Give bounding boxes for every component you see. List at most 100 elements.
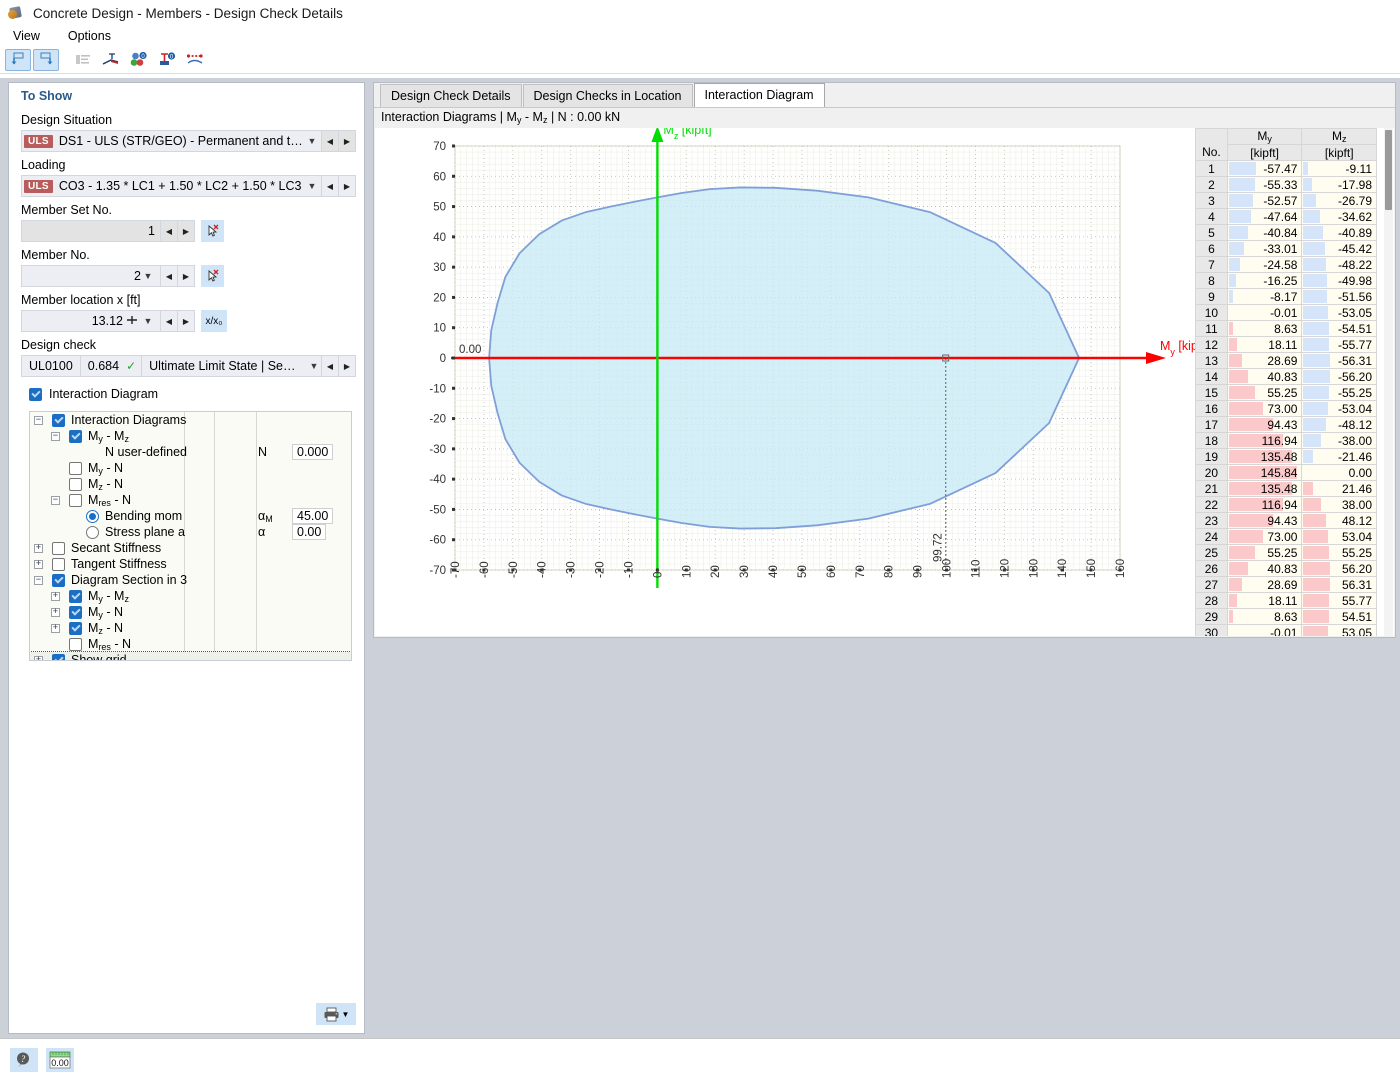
menu-item-options[interactable]: Options: [65, 28, 114, 44]
table-row[interactable]: 4-47.64-34.62: [1196, 209, 1377, 225]
tree-checkbox-unchecked[interactable]: [69, 638, 82, 651]
scrollbar-thumb[interactable]: [1385, 130, 1392, 210]
interaction-diagram-toggle-row[interactable]: Interaction Diagram: [9, 377, 364, 407]
design-check-prev-button[interactable]: ◀: [322, 355, 339, 377]
tab-interaction-diagram[interactable]: Interaction Diagram: [694, 83, 825, 107]
member-set-no-next-button[interactable]: ▶: [178, 220, 195, 242]
loading-combo[interactable]: ULS CO3 - 1.35 * LC1 + 1.50 * LC2 + 1.50…: [21, 175, 322, 197]
tree-item-value[interactable]: 0.000: [292, 444, 333, 460]
table-row[interactable]: 2818.1155.77: [1196, 593, 1377, 609]
table-row[interactable]: 1-57.47-9.11: [1196, 161, 1377, 177]
design-check-next-button[interactable]: ▶: [339, 355, 356, 377]
loading-next-button[interactable]: ▶: [339, 175, 356, 197]
tree-checkbox-checked[interactable]: [69, 622, 82, 635]
tab-design-checks-in-location[interactable]: Design Checks in Location: [523, 84, 693, 107]
table-row[interactable]: 18116.94-38.00: [1196, 433, 1377, 449]
tree-checkbox-unchecked[interactable]: [69, 478, 82, 491]
section-dimensions-icon[interactable]: [98, 49, 124, 71]
units-icon[interactable]: 0.00: [46, 1048, 74, 1072]
tree-expander-plus-icon[interactable]: +: [34, 544, 43, 553]
tree-checkbox-unchecked[interactable]: [69, 462, 82, 475]
design-situation-prev-button[interactable]: ◀: [322, 130, 339, 152]
tree-item[interactable]: My - N: [30, 460, 351, 476]
table-row[interactable]: 6-33.01-45.42: [1196, 241, 1377, 257]
tree-item[interactable]: +Secant Stiffness: [30, 540, 351, 556]
tree-item[interactable]: −Mres - N: [30, 492, 351, 508]
tree-item[interactable]: N user-definedN0.000kip: [30, 444, 351, 460]
table-row[interactable]: 2640.8356.20: [1196, 561, 1377, 577]
table-row[interactable]: 118.63-54.51: [1196, 321, 1377, 337]
table-row[interactable]: 5-40.84-40.89: [1196, 225, 1377, 241]
tree-item-value[interactable]: 0.00: [292, 524, 326, 540]
table-row[interactable]: 19135.48-21.46: [1196, 449, 1377, 465]
table-row[interactable]: 8-16.25-49.98: [1196, 273, 1377, 289]
table-row[interactable]: 1673.00-53.04: [1196, 401, 1377, 417]
table-row[interactable]: 10-0.01-53.05: [1196, 305, 1377, 321]
interaction-diagram-tree[interactable]: −Interaction Diagrams−My - MzN user-defi…: [29, 411, 352, 661]
tree-checkbox-checked[interactable]: [69, 606, 82, 619]
tree-radio-selected[interactable]: [86, 510, 99, 523]
member-set-no-input[interactable]: 1: [21, 220, 161, 242]
member-location-input[interactable]: 13.12 ▼: [21, 310, 161, 332]
table-row[interactable]: 2473.0053.04: [1196, 529, 1377, 545]
tree-expander-plus-icon[interactable]: +: [51, 608, 60, 617]
design-situation-combo[interactable]: ULS DS1 - ULS (STR/GEO) - Permanent and …: [21, 130, 322, 152]
tree-expander-plus-icon[interactable]: +: [34, 656, 43, 662]
table-row[interactable]: 1218.11-55.77: [1196, 337, 1377, 353]
tree-item[interactable]: Bending momαM45.00deg: [30, 508, 351, 524]
next-step-icon[interactable]: [33, 49, 59, 71]
tree-item[interactable]: +My - N: [30, 604, 351, 620]
member-set-no-prev-button[interactable]: ◀: [161, 220, 178, 242]
table-row[interactable]: 20145.840.00: [1196, 465, 1377, 481]
table-row[interactable]: 21135.4821.46: [1196, 481, 1377, 497]
tree-checkbox-checked[interactable]: [69, 590, 82, 603]
internal-forces-icon[interactable]: 0: [154, 49, 180, 71]
chevron-down-icon[interactable]: ▼: [141, 316, 155, 326]
table-row[interactable]: 3-52.57-26.79: [1196, 193, 1377, 209]
table-row[interactable]: 298.6354.51: [1196, 609, 1377, 625]
table-row[interactable]: 9-8.17-51.56: [1196, 289, 1377, 305]
design-ratio-icon[interactable]: 0: [126, 49, 152, 71]
tree-item[interactable]: +Show grid: [30, 652, 351, 661]
design-situation-next-button[interactable]: ▶: [339, 130, 356, 152]
tree-item[interactable]: −My - Mz: [30, 428, 351, 444]
tree-item[interactable]: Stress plane aα0.00deg: [30, 524, 351, 540]
chevron-down-icon[interactable]: ▼: [307, 361, 321, 371]
menu-item-view[interactable]: View: [10, 28, 43, 44]
tree-expander-plus-icon[interactable]: +: [51, 592, 60, 601]
tab-design-check-details[interactable]: Design Check Details: [380, 84, 522, 107]
table-row[interactable]: 2394.4348.12: [1196, 513, 1377, 529]
tree-item-value[interactable]: 45.00: [292, 508, 333, 524]
interaction-points-table[interactable]: No. My Mz [kipft] [kipft] 1-57.47-9.112-…: [1195, 128, 1394, 636]
table-row[interactable]: 1555.25-55.25: [1196, 385, 1377, 401]
print-button[interactable]: ▼: [316, 1003, 356, 1025]
tree-checkbox-checked[interactable]: [52, 414, 65, 427]
tree-item[interactable]: +My - Mz: [30, 588, 351, 604]
table-row[interactable]: 2-55.33-17.98: [1196, 177, 1377, 193]
tree-item[interactable]: Mz - N: [30, 476, 351, 492]
tree-expander-minus-icon[interactable]: −: [51, 432, 60, 441]
chevron-down-icon[interactable]: ▼: [342, 1010, 350, 1019]
relative-location-toggle[interactable]: x/x₀: [201, 310, 227, 332]
table-scrollbar[interactable]: [1384, 128, 1393, 636]
tree-item[interactable]: Mres - N: [30, 636, 351, 652]
tree-expander-minus-icon[interactable]: −: [34, 416, 43, 425]
member-pick-icon[interactable]: [201, 265, 224, 287]
tree-item[interactable]: −Diagram Section in 3: [30, 572, 351, 588]
table-row[interactable]: 1794.43-48.12: [1196, 417, 1377, 433]
tree-item[interactable]: +Mz - N: [30, 620, 351, 636]
table-row[interactable]: 7-24.58-48.22: [1196, 257, 1377, 273]
interaction-diagram-chart[interactable]: Mz [kipft]My [kipft]-70-60-50-40-30-20-1…: [375, 128, 1195, 636]
interaction-diagram-checkbox[interactable]: [29, 388, 42, 401]
table-row[interactable]: 22116.9438.00: [1196, 497, 1377, 513]
tree-expander-plus-icon[interactable]: +: [34, 560, 43, 569]
tree-checkbox-unchecked[interactable]: [52, 558, 65, 571]
table-row[interactable]: 30-0.0153.05: [1196, 625, 1377, 637]
member-no-input[interactable]: 2 ▼: [21, 265, 161, 287]
table-row[interactable]: 2728.6956.31: [1196, 577, 1377, 593]
tree-checkbox-unchecked[interactable]: [69, 494, 82, 507]
previous-step-icon[interactable]: [5, 49, 31, 71]
design-check-combo[interactable]: UL0100 0.684 ✓ Ultimate Limit State | Se…: [21, 355, 322, 377]
member-location-next-button[interactable]: ▶: [178, 310, 195, 332]
help-icon[interactable]: ?: [10, 1048, 38, 1072]
